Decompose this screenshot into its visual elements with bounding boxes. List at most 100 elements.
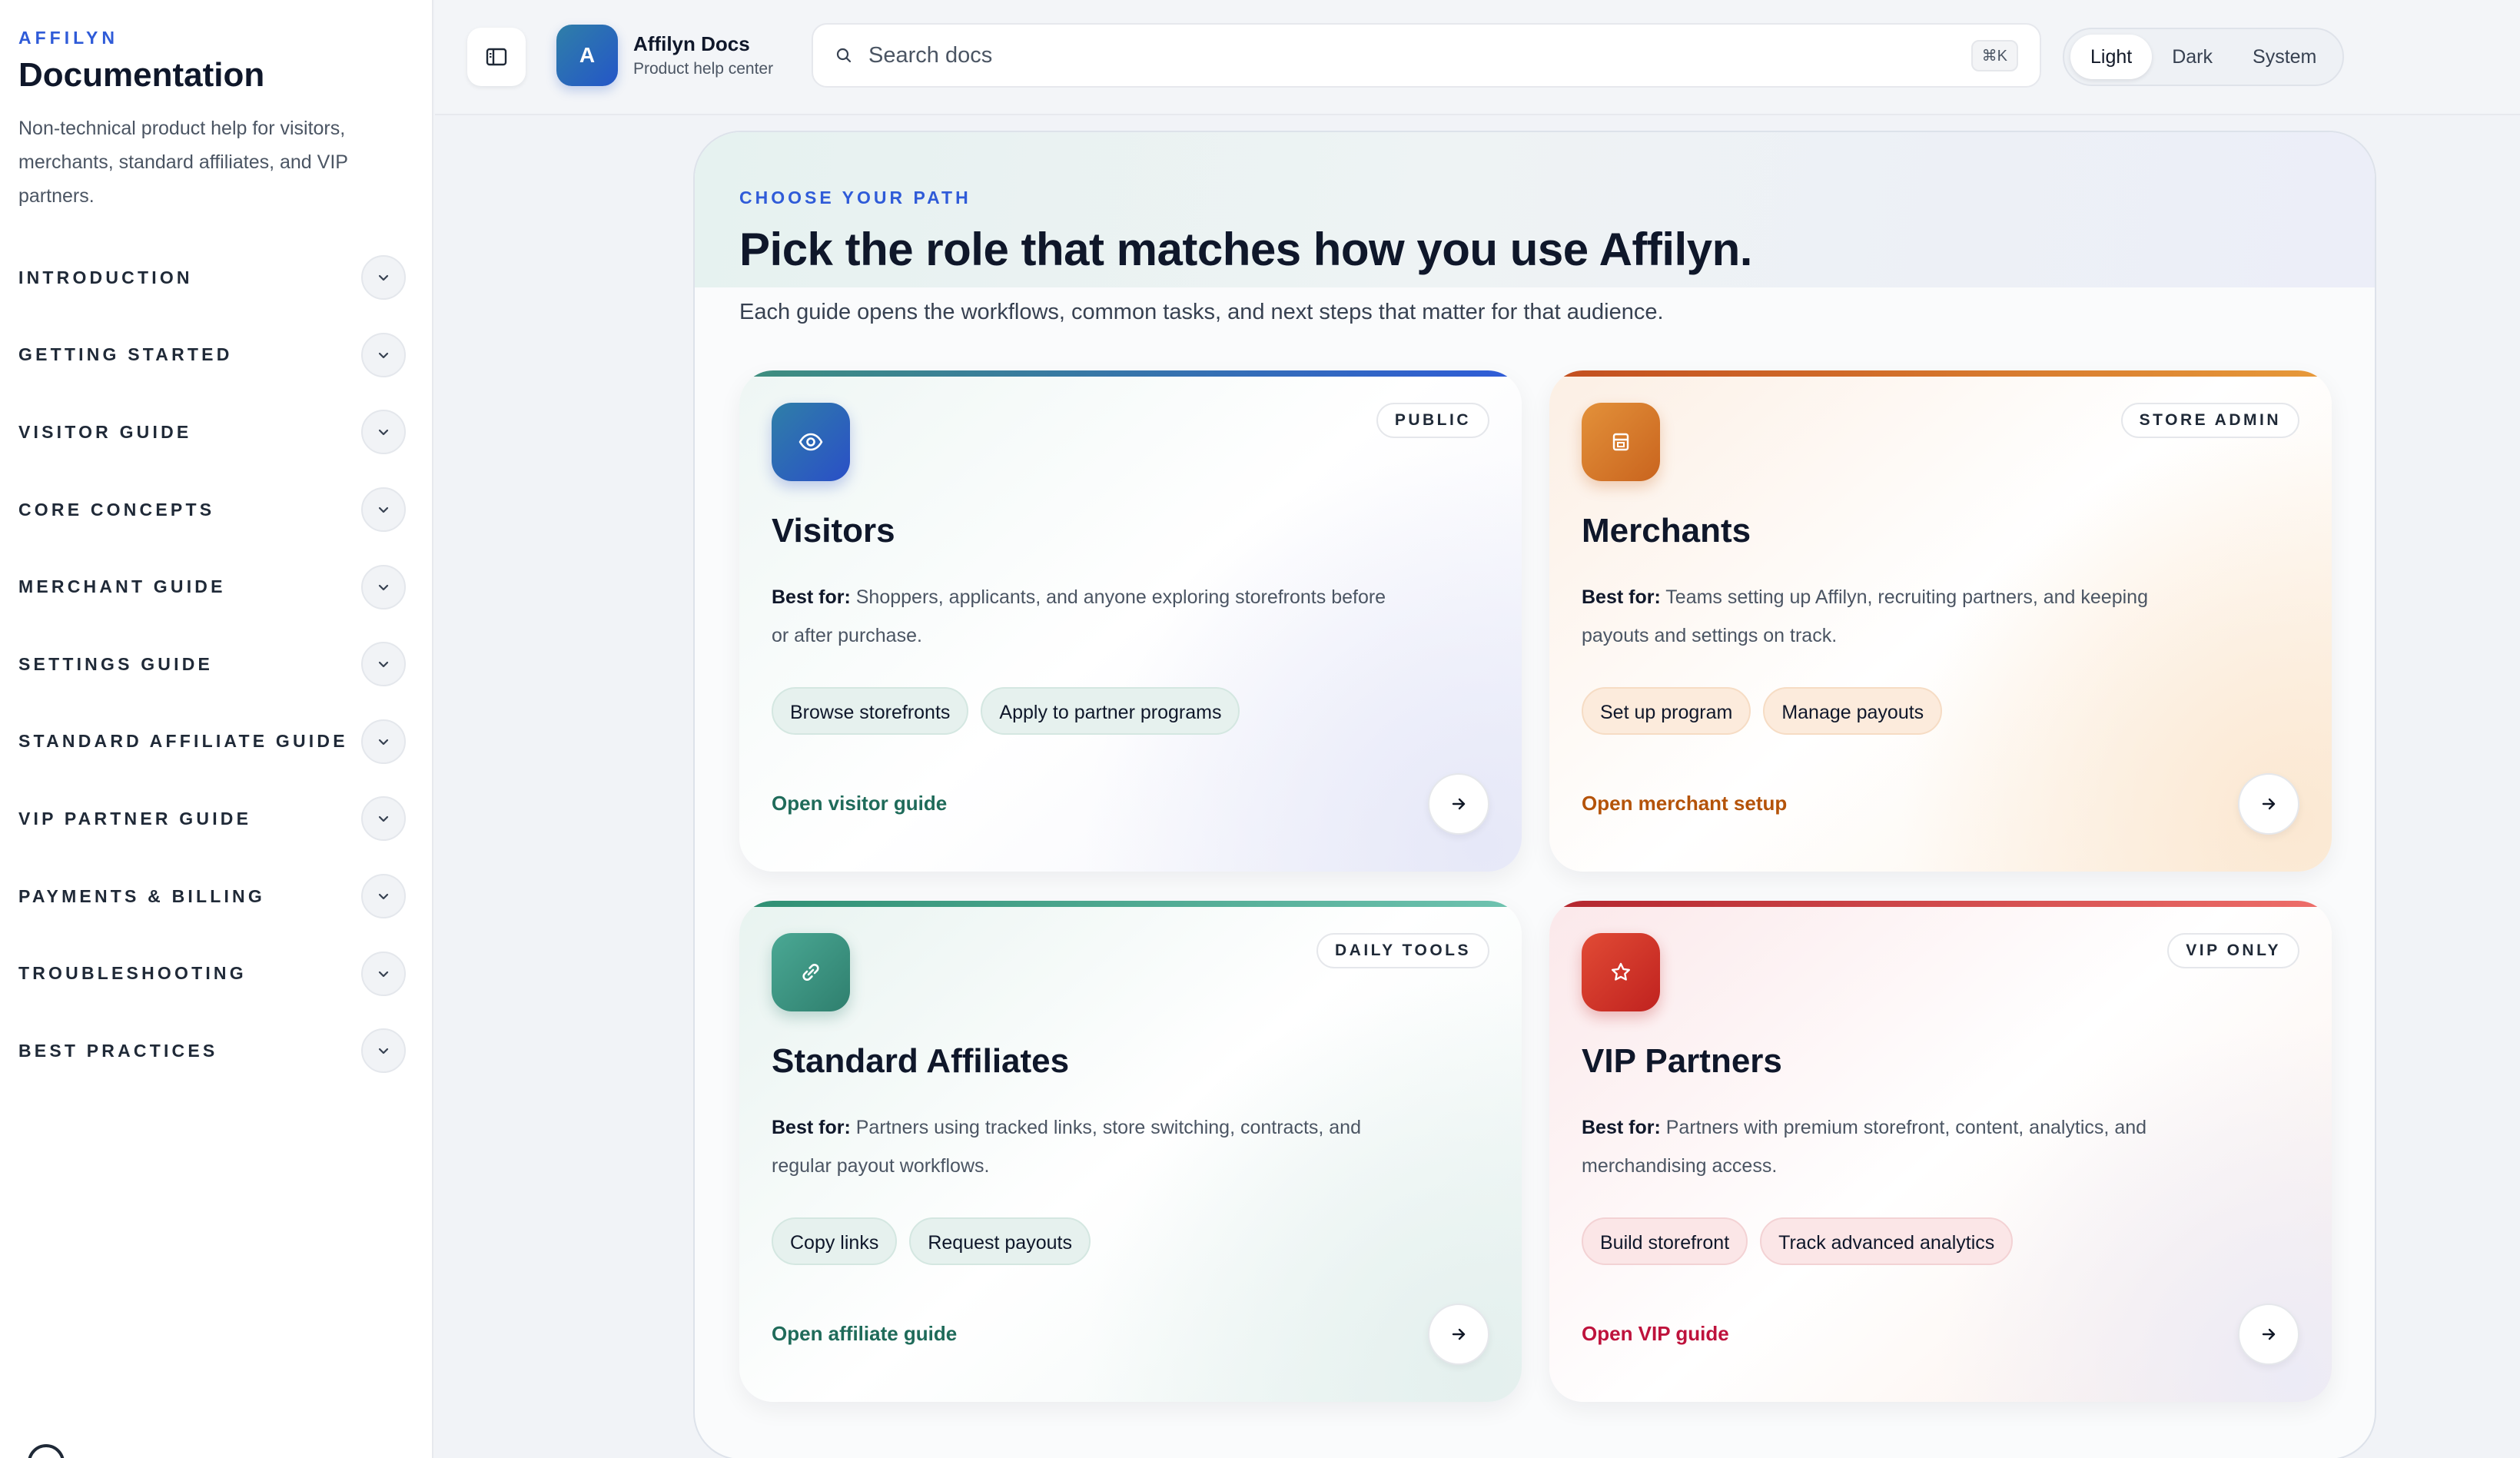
arrow-right-icon[interactable] [2238, 773, 2299, 835]
app-logo[interactable]: A [556, 25, 618, 86]
page-title: Pick the role that matches how you use A… [739, 224, 1752, 275]
chip-browse-storefronts[interactable]: Browse storefronts [772, 687, 969, 735]
theme-option-system[interactable]: System [2233, 35, 2336, 79]
role-card-standard-affiliates[interactable]: DAILY TOOLS Standard Affiliates Best for… [739, 901, 1522, 1402]
card-title: Visitors [772, 512, 895, 550]
card-description: Best for: Partners with premium storefro… [1582, 1108, 2196, 1185]
chevron-down-icon[interactable] [361, 642, 406, 687]
arrow-right-icon[interactable] [1428, 773, 1489, 835]
help-circle-icon[interactable] [28, 1444, 65, 1458]
sidebar-item-vip-partner-guide[interactable]: VIP PARTNER GUIDE [18, 780, 413, 858]
arrow-right-icon[interactable] [2238, 1304, 2299, 1365]
best-for-text: Partners with premium storefront, conten… [1582, 1117, 2147, 1177]
link-icon [772, 933, 850, 1011]
chevron-down-icon[interactable] [361, 410, 406, 455]
chevron-down-icon[interactable] [361, 255, 406, 301]
sidebar-item-visitor-guide[interactable]: VISITOR GUIDE [18, 394, 413, 471]
task-chips: Copy links Request payouts [772, 1217, 1091, 1265]
card-description: Best for: Teams setting up Affilyn, recr… [1582, 578, 2196, 655]
open-vip-guide-link[interactable]: Open VIP guide [1582, 1322, 1729, 1346]
sidebar-nav: INTRODUCTION GETTING STARTED VISITOR GUI… [18, 239, 413, 1090]
best-for-label: Best for: [1582, 1117, 1661, 1138]
app-subtitle: Product help center [633, 60, 774, 78]
sidebar-item-label: SETTINGS GUIDE [18, 653, 214, 674]
chevron-down-icon[interactable] [361, 796, 406, 842]
card-description: Best for: Shoppers, applicants, and anyo… [772, 578, 1386, 655]
role-chooser-panel: CHOOSE YOUR PATH Pick the role that matc… [693, 131, 2376, 1458]
open-visitor-guide-link[interactable]: Open visitor guide [772, 792, 947, 815]
search-input[interactable] [868, 42, 1971, 68]
chevron-down-icon[interactable] [361, 332, 406, 377]
sidebar-item-label: GETTING STARTED [18, 344, 233, 365]
chip-manage-payouts[interactable]: Manage payouts [1763, 687, 1943, 735]
chevron-down-icon[interactable] [361, 719, 406, 764]
sidebar-item-label: VIP PARTNER GUIDE [18, 808, 252, 829]
role-card-merchants[interactable]: STORE ADMIN Merchants Best for: Teams se… [1549, 370, 2332, 872]
sidebar-item-payments-billing[interactable]: PAYMENTS & BILLING [18, 858, 413, 935]
card-title: Standard Affiliates [772, 1042, 1070, 1080]
best-for-text: Partners using tracked links, store swit… [772, 1117, 1361, 1177]
storefront-icon [1582, 403, 1660, 481]
theme-switcher: Light Dark System [2063, 28, 2345, 86]
search-bar[interactable]: ⌘K [812, 23, 2041, 88]
sidebar-item-core-concepts[interactable]: CORE CONCEPTS [18, 471, 413, 549]
card-accent-bar [1549, 901, 2332, 907]
sidebar-item-best-practices[interactable]: BEST PRACTICES [18, 1012, 413, 1090]
sidebar-item-merchant-guide[interactable]: MERCHANT GUIDE [18, 548, 413, 626]
chip-copy-links[interactable]: Copy links [772, 1217, 898, 1265]
sidebar-item-getting-started[interactable]: GETTING STARTED [18, 317, 413, 394]
sidebar-item-label: PAYMENTS & BILLING [18, 885, 265, 906]
open-affiliate-guide-link[interactable]: Open affiliate guide [772, 1322, 957, 1346]
sidebar-toggle-button[interactable] [467, 28, 526, 86]
sidebar-item-introduction[interactable]: INTRODUCTION [18, 239, 413, 317]
best-for-label: Best for: [772, 1117, 851, 1138]
app-name: Affilyn Docs [633, 32, 750, 55]
chevron-down-icon[interactable] [361, 874, 406, 919]
card-title: Merchants [1582, 512, 1751, 550]
best-for-label: Best for: [772, 586, 851, 608]
chip-apply-partner-programs[interactable]: Apply to partner programs [981, 687, 1240, 735]
role-card-visitors[interactable]: PUBLIC Visitors Best for: Shoppers, appl… [739, 370, 1522, 872]
sidebar-item-label: CORE CONCEPTS [18, 499, 215, 520]
best-for-label: Best for: [1582, 586, 1661, 608]
sidebar-item-label: STANDARD AFFILIATE GUIDE [18, 731, 348, 752]
task-chips: Set up program Manage payouts [1582, 687, 1943, 735]
sidebar-title: Documentation [18, 56, 265, 94]
star-icon [1582, 933, 1660, 1011]
card-accent-bar [1549, 370, 2332, 377]
role-card-vip-partners[interactable]: VIP ONLY VIP Partners Best for: Partners… [1549, 901, 2332, 1402]
chevron-down-icon[interactable] [361, 564, 406, 609]
arrow-right-icon[interactable] [1428, 1304, 1489, 1365]
sidebar-item-label: VISITOR GUIDE [18, 421, 192, 442]
task-chips: Browse storefronts Apply to partner prog… [772, 687, 1240, 735]
search-icon [836, 48, 852, 63]
audience-tag: DAILY TOOLS [1316, 933, 1489, 968]
theme-option-dark[interactable]: Dark [2152, 35, 2233, 79]
theme-option-light[interactable]: Light [2070, 35, 2153, 79]
sidebar-item-troubleshooting[interactable]: TROUBLESHOOTING [18, 935, 413, 1012]
sidebar: AFFILYN Documentation Non-technical prod… [0, 0, 433, 1458]
best-for-text: Shoppers, applicants, and anyone explori… [772, 586, 1386, 646]
card-accent-bar [739, 901, 1522, 907]
sidebar-item-standard-affiliate-guide[interactable]: STANDARD AFFILIATE GUIDE [18, 703, 413, 781]
chip-request-payouts[interactable]: Request payouts [909, 1217, 1091, 1265]
sidebar-item-label: MERCHANT GUIDE [18, 576, 226, 597]
sidebar-item-label: TROUBLESHOOTING [18, 963, 247, 984]
sidebar-description: Non-technical product help for visitors,… [18, 118, 348, 207]
card-accent-bar [739, 370, 1522, 377]
audience-tag: VIP ONLY [2167, 933, 2299, 968]
sidebar-panel-icon [486, 48, 507, 66]
chevron-down-icon[interactable] [361, 487, 406, 533]
sidebar-item-settings-guide[interactable]: SETTINGS GUIDE [18, 626, 413, 703]
eye-icon [772, 403, 850, 481]
open-merchant-setup-link[interactable]: Open merchant setup [1582, 792, 1787, 815]
chip-track-advanced-analytics[interactable]: Track advanced analytics [1760, 1217, 2014, 1265]
chip-set-up-program[interactable]: Set up program [1582, 687, 1751, 735]
chip-build-storefront[interactable]: Build storefront [1582, 1217, 1748, 1265]
chevron-down-icon[interactable] [361, 1028, 406, 1074]
card-description: Best for: Partners using tracked links, … [772, 1108, 1386, 1185]
audience-tag: STORE ADMIN [2120, 403, 2299, 438]
topbar: A Affilyn Docs Product help center ⌘K Li… [435, 0, 2520, 115]
chevron-down-icon[interactable] [361, 951, 406, 996]
page-lede: Each guide opens the workflows, common t… [739, 300, 1664, 324]
